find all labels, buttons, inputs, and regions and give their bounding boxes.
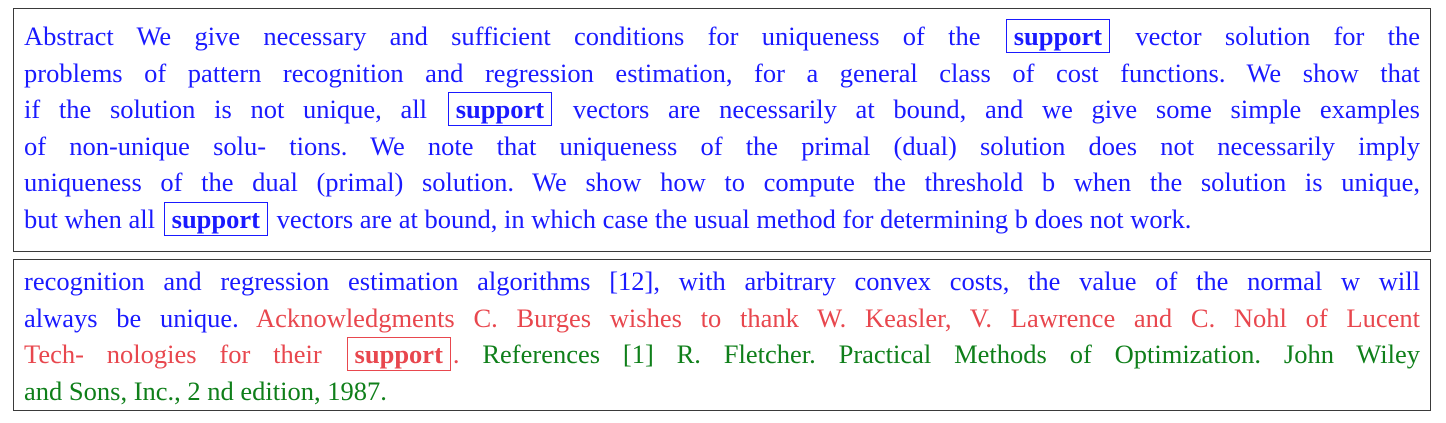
highlighted-keyword: support bbox=[346, 337, 451, 371]
text-segment: vector solution for the bbox=[1112, 21, 1421, 51]
text-segment: vectors are necessarily at bound, and we… bbox=[554, 94, 1420, 124]
text-segment: of non-unique solu- tions. We note that … bbox=[24, 130, 1420, 161]
highlighted-keyword: support bbox=[447, 92, 553, 126]
text-line: Abstract We give necessary and sufficien… bbox=[24, 18, 1420, 55]
text-segment: and Sons, Inc., 2 nd edition, 1987. bbox=[24, 375, 387, 406]
conclusion-panel: recognition and regression estimation al… bbox=[13, 259, 1431, 411]
abstract-text: Abstract We give necessary and sufficien… bbox=[24, 18, 1420, 237]
text-segment: but when all bbox=[24, 203, 162, 234]
text-line: always be unique. Acknowledgments C. Bur… bbox=[24, 300, 1420, 337]
text-segment: References [1] R. Fletcher. Practical Me… bbox=[459, 339, 1420, 369]
text-line: uniqueness of the dual (primal) solution… bbox=[24, 164, 1420, 201]
text-line: recognition and regression estimation al… bbox=[24, 263, 1420, 300]
conclusion-text: recognition and regression estimation al… bbox=[24, 263, 1420, 409]
text-segment: problems of pattern recognition and regr… bbox=[24, 57, 1420, 88]
text-line: if the solution is not unique, all suppo… bbox=[24, 91, 1420, 128]
text-segment: . bbox=[452, 339, 460, 369]
text-line: and Sons, Inc., 2 nd edition, 1987. bbox=[24, 373, 1420, 410]
abstract-panel: Abstract We give necessary and sufficien… bbox=[13, 8, 1431, 252]
text-segment: always be unique. bbox=[24, 302, 257, 333]
text-segment: uniqueness of the dual (primal) solution… bbox=[24, 167, 1420, 197]
text-line: problems of pattern recognition and regr… bbox=[24, 55, 1420, 92]
text-line: but when all support vectors are at boun… bbox=[24, 201, 1420, 238]
text-segment: if the solution is not unique, all bbox=[24, 94, 446, 124]
text-line: Tech- nologies for their support. Refere… bbox=[24, 336, 1420, 373]
highlighted-keyword: support bbox=[163, 201, 268, 236]
text-line: of non-unique solu- tions. We note that … bbox=[24, 128, 1420, 165]
highlighted-keyword: support bbox=[1005, 19, 1111, 53]
text-segment: Acknowledgments C. Burges wishes to than… bbox=[256, 302, 1420, 333]
text-segment: vectors are at bound, in which case the … bbox=[270, 203, 1192, 234]
text-segment: Abstract We give necessary and sufficien… bbox=[24, 21, 1004, 51]
text-segment: Tech- nologies for their bbox=[24, 339, 345, 369]
text-segment: recognition and regression estimation al… bbox=[24, 266, 1420, 296]
